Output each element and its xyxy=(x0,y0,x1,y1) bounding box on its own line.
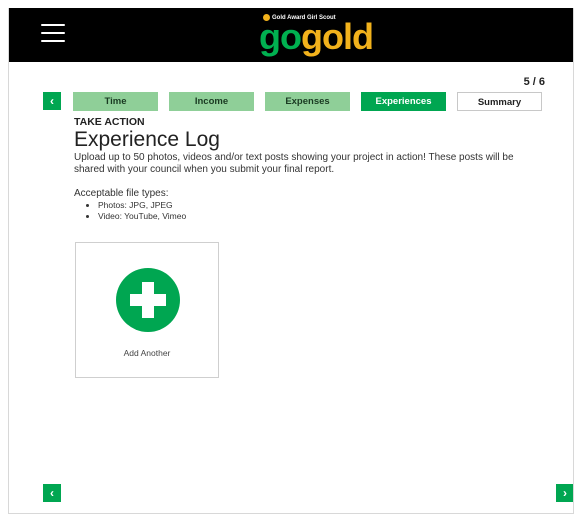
step-counter: 5 / 6 xyxy=(523,76,545,88)
logo-wordmark: gogold xyxy=(259,16,374,57)
logo-go-text: go xyxy=(259,16,302,57)
file-type-item: Photos: JPG, JPEG xyxy=(98,200,554,211)
step-expenses[interactable]: Expenses xyxy=(265,92,350,111)
menu-icon-line xyxy=(41,24,65,26)
menu-icon[interactable] xyxy=(41,24,65,42)
page-title: Experience Log xyxy=(74,128,220,151)
prev-page-button[interactable]: ‹ xyxy=(43,484,61,502)
menu-icon-line xyxy=(41,32,65,34)
app-frame: Gold Award Girl Scout gogold 5 / 6 ‹ Tim… xyxy=(8,8,574,514)
prev-step-button[interactable]: ‹ xyxy=(43,92,61,110)
file-type-item: Video: YouTube, Vimeo xyxy=(98,211,554,222)
add-another-label: Add Another xyxy=(123,348,171,358)
page-description: Upload up to 50 photos, videos and/or te… xyxy=(74,152,514,175)
step-income[interactable]: Income xyxy=(169,92,254,111)
main-content: TAKE ACTION Experience Log Upload up to … xyxy=(74,116,554,222)
next-page-button[interactable]: › xyxy=(556,484,573,502)
step-time[interactable]: Time xyxy=(73,92,158,111)
logo-gold-text: gold xyxy=(300,16,374,57)
top-bar: Gold Award Girl Scout gogold xyxy=(9,8,573,62)
step-summary[interactable]: Summary xyxy=(457,92,542,111)
chevron-left-icon: ‹ xyxy=(50,94,54,108)
file-types-list: Photos: JPG, JPEG Video: YouTube, Vimeo xyxy=(74,200,554,222)
menu-icon-line xyxy=(41,40,65,42)
add-plus-icon[interactable] xyxy=(116,268,180,332)
file-types-heading: Acceptable file types: xyxy=(74,188,169,199)
step-experiences[interactable]: Experiences xyxy=(361,92,446,111)
file-types-block: Acceptable file types: Photos: JPG, JPEG… xyxy=(74,188,554,222)
gogold-logo[interactable]: Gold Award Girl Scout gogold xyxy=(259,12,374,58)
progress-steps: Time Income Expenses Experiences Summary xyxy=(73,92,542,111)
chevron-left-icon: ‹ xyxy=(50,486,54,500)
chevron-right-icon: › xyxy=(563,486,567,500)
plus-icon-bar xyxy=(142,282,154,318)
section-eyebrow: TAKE ACTION xyxy=(74,116,145,128)
add-another-card[interactable]: Add Another xyxy=(75,242,219,378)
